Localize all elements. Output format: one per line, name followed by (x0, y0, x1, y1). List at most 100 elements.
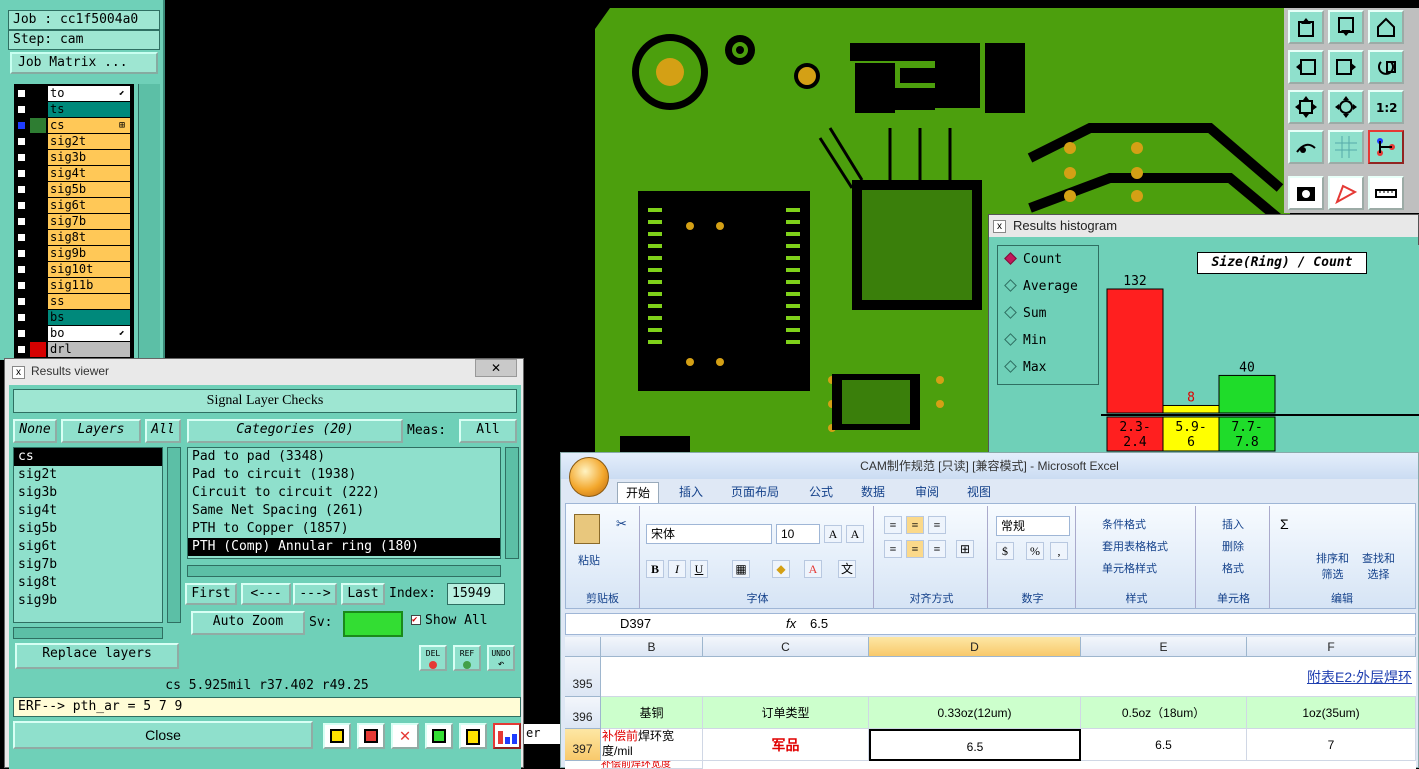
table-cell[interactable]: 6.5 (1081, 729, 1247, 761)
layer-checkbox[interactable] (16, 152, 27, 163)
formula-input[interactable]: 6.5 (810, 616, 828, 632)
net-icon[interactable] (1368, 130, 1404, 164)
tab-view[interactable]: 视图 (959, 482, 999, 503)
notes-icon[interactable] (459, 723, 487, 749)
index-input[interactable]: 15949 (447, 583, 505, 605)
layer-checkbox[interactable] (16, 104, 27, 115)
name-box[interactable]: D397 (570, 616, 720, 632)
tab-review[interactable]: 审阅 (907, 482, 947, 503)
layer-checkbox[interactable] (16, 88, 27, 99)
list-item[interactable]: sig8t (14, 574, 162, 592)
category-vscroll[interactable] (505, 447, 519, 559)
list-item[interactable]: sig6t (14, 538, 162, 556)
prev-button[interactable]: <--- (241, 583, 291, 605)
font-name-select[interactable]: 宋体 (646, 524, 772, 544)
option-sum[interactable]: Sum (1004, 304, 1046, 324)
list-item[interactable]: Same Net Spacing (261) (188, 502, 500, 520)
font-color-icon[interactable]: A (804, 560, 822, 578)
title-link[interactable]: 附表E2:外层焊环 (1307, 667, 1412, 687)
list-item[interactable]: Pad to circuit (1938) (188, 466, 500, 484)
option-average[interactable]: Average (1004, 277, 1078, 297)
paste-button[interactable]: 粘贴 (578, 552, 600, 568)
align-top-icon[interactable]: ≡ (884, 516, 902, 534)
meas-select[interactable]: All (459, 419, 517, 443)
comma-icon[interactable]: , (1050, 542, 1068, 560)
bold-icon[interactable]: B (646, 560, 664, 578)
option-min[interactable]: Min (1004, 331, 1046, 351)
home-icon[interactable] (1368, 10, 1404, 44)
category-list[interactable]: Pad to pad (3348) Pad to circuit (1938) … (187, 447, 501, 559)
conditional-format-button[interactable]: 条件格式 (1102, 516, 1146, 532)
sv-color-select[interactable] (343, 611, 403, 637)
layer-row[interactable]: to ⬋ (14, 86, 132, 101)
last-button[interactable]: Last (341, 583, 385, 605)
table-cell[interactable]: 0.33oz(12um) (869, 697, 1081, 729)
layer-checkbox[interactable] (16, 248, 27, 259)
percent-icon[interactable]: % (1026, 542, 1044, 560)
ref-icon[interactable]: REF (453, 645, 481, 671)
report-icon[interactable] (357, 723, 385, 749)
merged-title-cell[interactable]: 附表E2:外层焊环 (601, 657, 1416, 697)
column-header[interactable]: F (1247, 637, 1416, 657)
histogram-icon[interactable] (493, 723, 521, 749)
merge-icon[interactable]: ⊞ (956, 540, 974, 558)
font-size-select[interactable]: 10 (776, 524, 820, 544)
page-down-icon[interactable] (1328, 10, 1364, 44)
table-format-button[interactable]: 套用表格格式 (1102, 538, 1168, 554)
sum-icon[interactable]: Σ (1280, 516, 1289, 532)
layer-list-scrollbar[interactable] (138, 84, 160, 360)
measure-icon[interactable] (1288, 130, 1324, 164)
tab-formulas[interactable]: 公式 (801, 482, 841, 503)
layer-list-vscroll[interactable] (167, 447, 181, 623)
pan-right-icon[interactable] (1328, 50, 1364, 84)
align-bottom-icon[interactable]: ≡ (928, 516, 946, 534)
layer-results-list[interactable]: cs sig2t sig3b sig4t sig5b sig6t sig7b s… (13, 447, 163, 623)
fill-color-icon[interactable]: ◆ (772, 560, 790, 578)
table-cell[interactable]: 基铜 (601, 697, 703, 729)
cell-style-button[interactable]: 单元格样式 (1102, 560, 1157, 576)
align-center-icon[interactable]: ≡ (906, 540, 924, 558)
layer-checkbox[interactable] (16, 296, 27, 307)
layer-list-hscroll[interactable] (13, 627, 163, 639)
category-hscroll[interactable] (187, 565, 501, 577)
column-header[interactable]: B (601, 637, 703, 657)
page-up-icon[interactable] (1288, 10, 1324, 44)
ruler-icon[interactable] (1368, 176, 1404, 210)
close-button[interactable]: Close (13, 721, 313, 749)
layer-checkbox[interactable] (16, 280, 27, 291)
layer-row[interactable]: drl (14, 342, 132, 357)
list-item[interactable]: Circuit to circuit (222) (188, 484, 500, 502)
cut-icon[interactable]: ✂ (616, 516, 627, 532)
list-item[interactable]: Pad to pad (3348) (188, 448, 500, 466)
list-item[interactable]: sig4t (14, 502, 162, 520)
column-header[interactable]: D (869, 637, 1081, 657)
layer-row[interactable]: bo ⬋ (14, 326, 132, 341)
list-item[interactable]: cs (14, 448, 162, 466)
grow-font-icon[interactable]: A (824, 525, 842, 543)
del-icon[interactable]: DEL (419, 645, 447, 671)
table-cell[interactable]: 订单类型 (703, 697, 869, 729)
erf-disabled-icon[interactable]: ✕ (391, 723, 419, 749)
shrink-font-icon[interactable]: A (846, 525, 864, 543)
replace-layers-select[interactable]: Replace layers (15, 643, 179, 669)
tab-home[interactable]: 开始 (617, 482, 660, 503)
tab-data[interactable]: 数据 (853, 482, 893, 503)
option-max[interactable]: Max (1004, 358, 1046, 378)
list-item[interactable]: sig7b (14, 556, 162, 574)
list-item[interactable]: PTH (Comp) Annular ring (180) (188, 538, 500, 556)
show-all-checkbox[interactable]: ✔ (411, 615, 421, 625)
auto-zoom-select[interactable]: Auto Zoom (191, 611, 305, 635)
layer-checkbox[interactable] (16, 216, 27, 227)
redraw-icon[interactable] (1368, 50, 1404, 84)
layer-row[interactable]: ss (14, 294, 132, 309)
underline-icon[interactable]: U (690, 560, 708, 578)
align-right-icon[interactable]: ≡ (928, 540, 946, 558)
layer-row[interactable]: sig11b (14, 278, 132, 293)
find-select-button[interactable]: 查找和 选择 (1362, 550, 1395, 582)
layer-row[interactable]: sig4t (14, 166, 132, 181)
categories-button[interactable]: Categories (20) (187, 419, 403, 443)
option-count[interactable]: Count (1004, 250, 1062, 270)
compare-icon[interactable] (425, 723, 453, 749)
layer-row[interactable]: ts (14, 102, 132, 117)
list-item[interactable]: sig9b (14, 592, 162, 610)
